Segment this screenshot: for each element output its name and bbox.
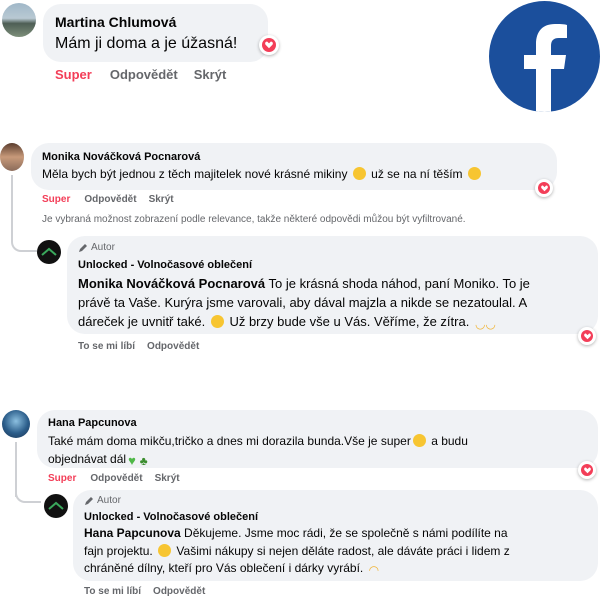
reply-actions: To se mi líbí Odpovědět <box>84 586 205 597</box>
reply-line: dáreček je uvnitř také. <box>78 314 206 329</box>
like-button[interactable]: To se mi líbí <box>84 586 141 597</box>
smile-emoji-icon <box>412 434 426 447</box>
tree-emoji-icon: ♣ <box>139 454 148 468</box>
avatar[interactable] <box>2 3 36 37</box>
reply-line: Děkujeme. Jsme moc rádi, že se společně … <box>184 526 508 540</box>
comment-text: Mám ji doma a je úžasná! <box>55 35 238 52</box>
hide-button[interactable]: Skrýt <box>194 67 227 82</box>
page-avatar[interactable] <box>37 240 61 264</box>
facebook-logo <box>489 1 600 112</box>
reply-text: Hana Papcunova Děkujeme. Jsme moc rádi, … <box>84 525 510 580</box>
heart-reaction-icon[interactable] <box>535 179 553 197</box>
reply-text: Monika Nováčková Pocnarová To je krásná … <box>78 274 530 334</box>
reply-button[interactable]: Odpovědět <box>147 341 199 352</box>
hide-button[interactable]: Skrýt <box>155 473 180 484</box>
like-button[interactable]: To se mi líbí <box>78 341 135 352</box>
avatar[interactable] <box>2 410 30 438</box>
comment-actions: Super Odpovědět Skrýt <box>48 473 180 484</box>
heart-reaction-icon[interactable] <box>259 35 279 55</box>
reply-actions: To se mi líbí Odpovědět <box>78 341 199 352</box>
comment-line: a budu <box>431 434 468 448</box>
mention-link[interactable]: Hana Papcunova <box>84 526 181 540</box>
author-badge: Autor <box>84 495 121 506</box>
comment-text-part: už se na ní těším <box>371 167 463 181</box>
reply-button[interactable]: Odpovědět <box>90 473 142 484</box>
pencil-icon <box>79 243 87 252</box>
heart-hands-emoji-icon: ◡◡ <box>474 317 496 331</box>
comment-text: Měla bych být jednou z těch majitelek no… <box>42 167 483 181</box>
heart-reaction-icon[interactable] <box>578 461 596 479</box>
reply-button[interactable]: Odpovědět <box>110 67 178 82</box>
comment-line: Také mám doma mikču,tričko a dnes mi dor… <box>48 434 411 448</box>
author-badge-label: Autor <box>91 242 115 253</box>
reply-line: právě ta Vaše. Kurýra jsme varovali, aby… <box>78 295 528 310</box>
reply-line: Už brzy bude vše u Vás. Věříme, že zítra… <box>229 314 470 329</box>
facebook-f-icon <box>524 24 567 112</box>
reply-line: Vašimi nákupy si nejen děláte radost, al… <box>176 543 510 558</box>
page-avatar[interactable] <box>44 494 68 518</box>
comment-author[interactable]: Hana Papcunova <box>48 417 137 429</box>
comment-bubble <box>43 4 268 62</box>
comment-actions: Super Odpovědět Skrýt <box>42 194 174 205</box>
mention-link[interactable]: Monika Nováčková Pocnarová <box>78 276 265 291</box>
like-button[interactable]: Super <box>48 473 76 484</box>
green-heart-emoji-icon: ♥ <box>128 453 136 468</box>
hug-emoji-icon: ◠ <box>368 563 380 577</box>
relevance-note: Je vybraná možnost zobrazení podle relev… <box>42 214 466 225</box>
reply-author[interactable]: Unlocked - Volnočasové oblečení <box>84 511 258 523</box>
like-button[interactable]: Super <box>42 194 70 205</box>
reply-line: chráněné dílny, kteří pro Vás oblečení i… <box>84 561 364 575</box>
comment-actions: Super Odpovědět Skrýt <box>55 67 226 82</box>
author-badge: Autor <box>78 242 115 253</box>
pencil-icon <box>85 496 93 505</box>
heart-face-emoji-icon <box>158 543 172 557</box>
heart-face-emoji-icon <box>210 315 224 328</box>
reply-connector <box>11 232 37 252</box>
reply-connector <box>15 486 41 503</box>
avatar[interactable] <box>0 143 24 171</box>
reply-author[interactable]: Unlocked - Volnočasové oblečení <box>78 259 252 271</box>
smile-emoji-icon <box>352 167 366 180</box>
comment-line: objednávat dál <box>48 452 127 466</box>
comment-text: Také mám doma mikču,tričko a dnes mi dor… <box>48 432 468 470</box>
like-button[interactable]: Super <box>55 67 92 82</box>
reply-line: To je krásná shoda náhod, paní Moniko. T… <box>268 276 530 291</box>
comment-text-part: Měla bych být jednou z těch majitelek no… <box>42 167 348 181</box>
comment-author[interactable]: Monika Nováčková Pocnarová <box>42 151 200 163</box>
comment-author[interactable]: Martina Chlumová <box>55 14 176 30</box>
thread-line <box>11 175 13 232</box>
reply-line: fajn projektu. <box>84 543 153 558</box>
happy-emoji-icon <box>467 167 481 180</box>
author-badge-label: Autor <box>97 495 121 506</box>
reply-button[interactable]: Odpovědět <box>153 586 205 597</box>
heart-reaction-icon[interactable] <box>578 327 596 345</box>
hide-button[interactable]: Skrýt <box>149 194 174 205</box>
reply-button[interactable]: Odpovědět <box>84 194 136 205</box>
